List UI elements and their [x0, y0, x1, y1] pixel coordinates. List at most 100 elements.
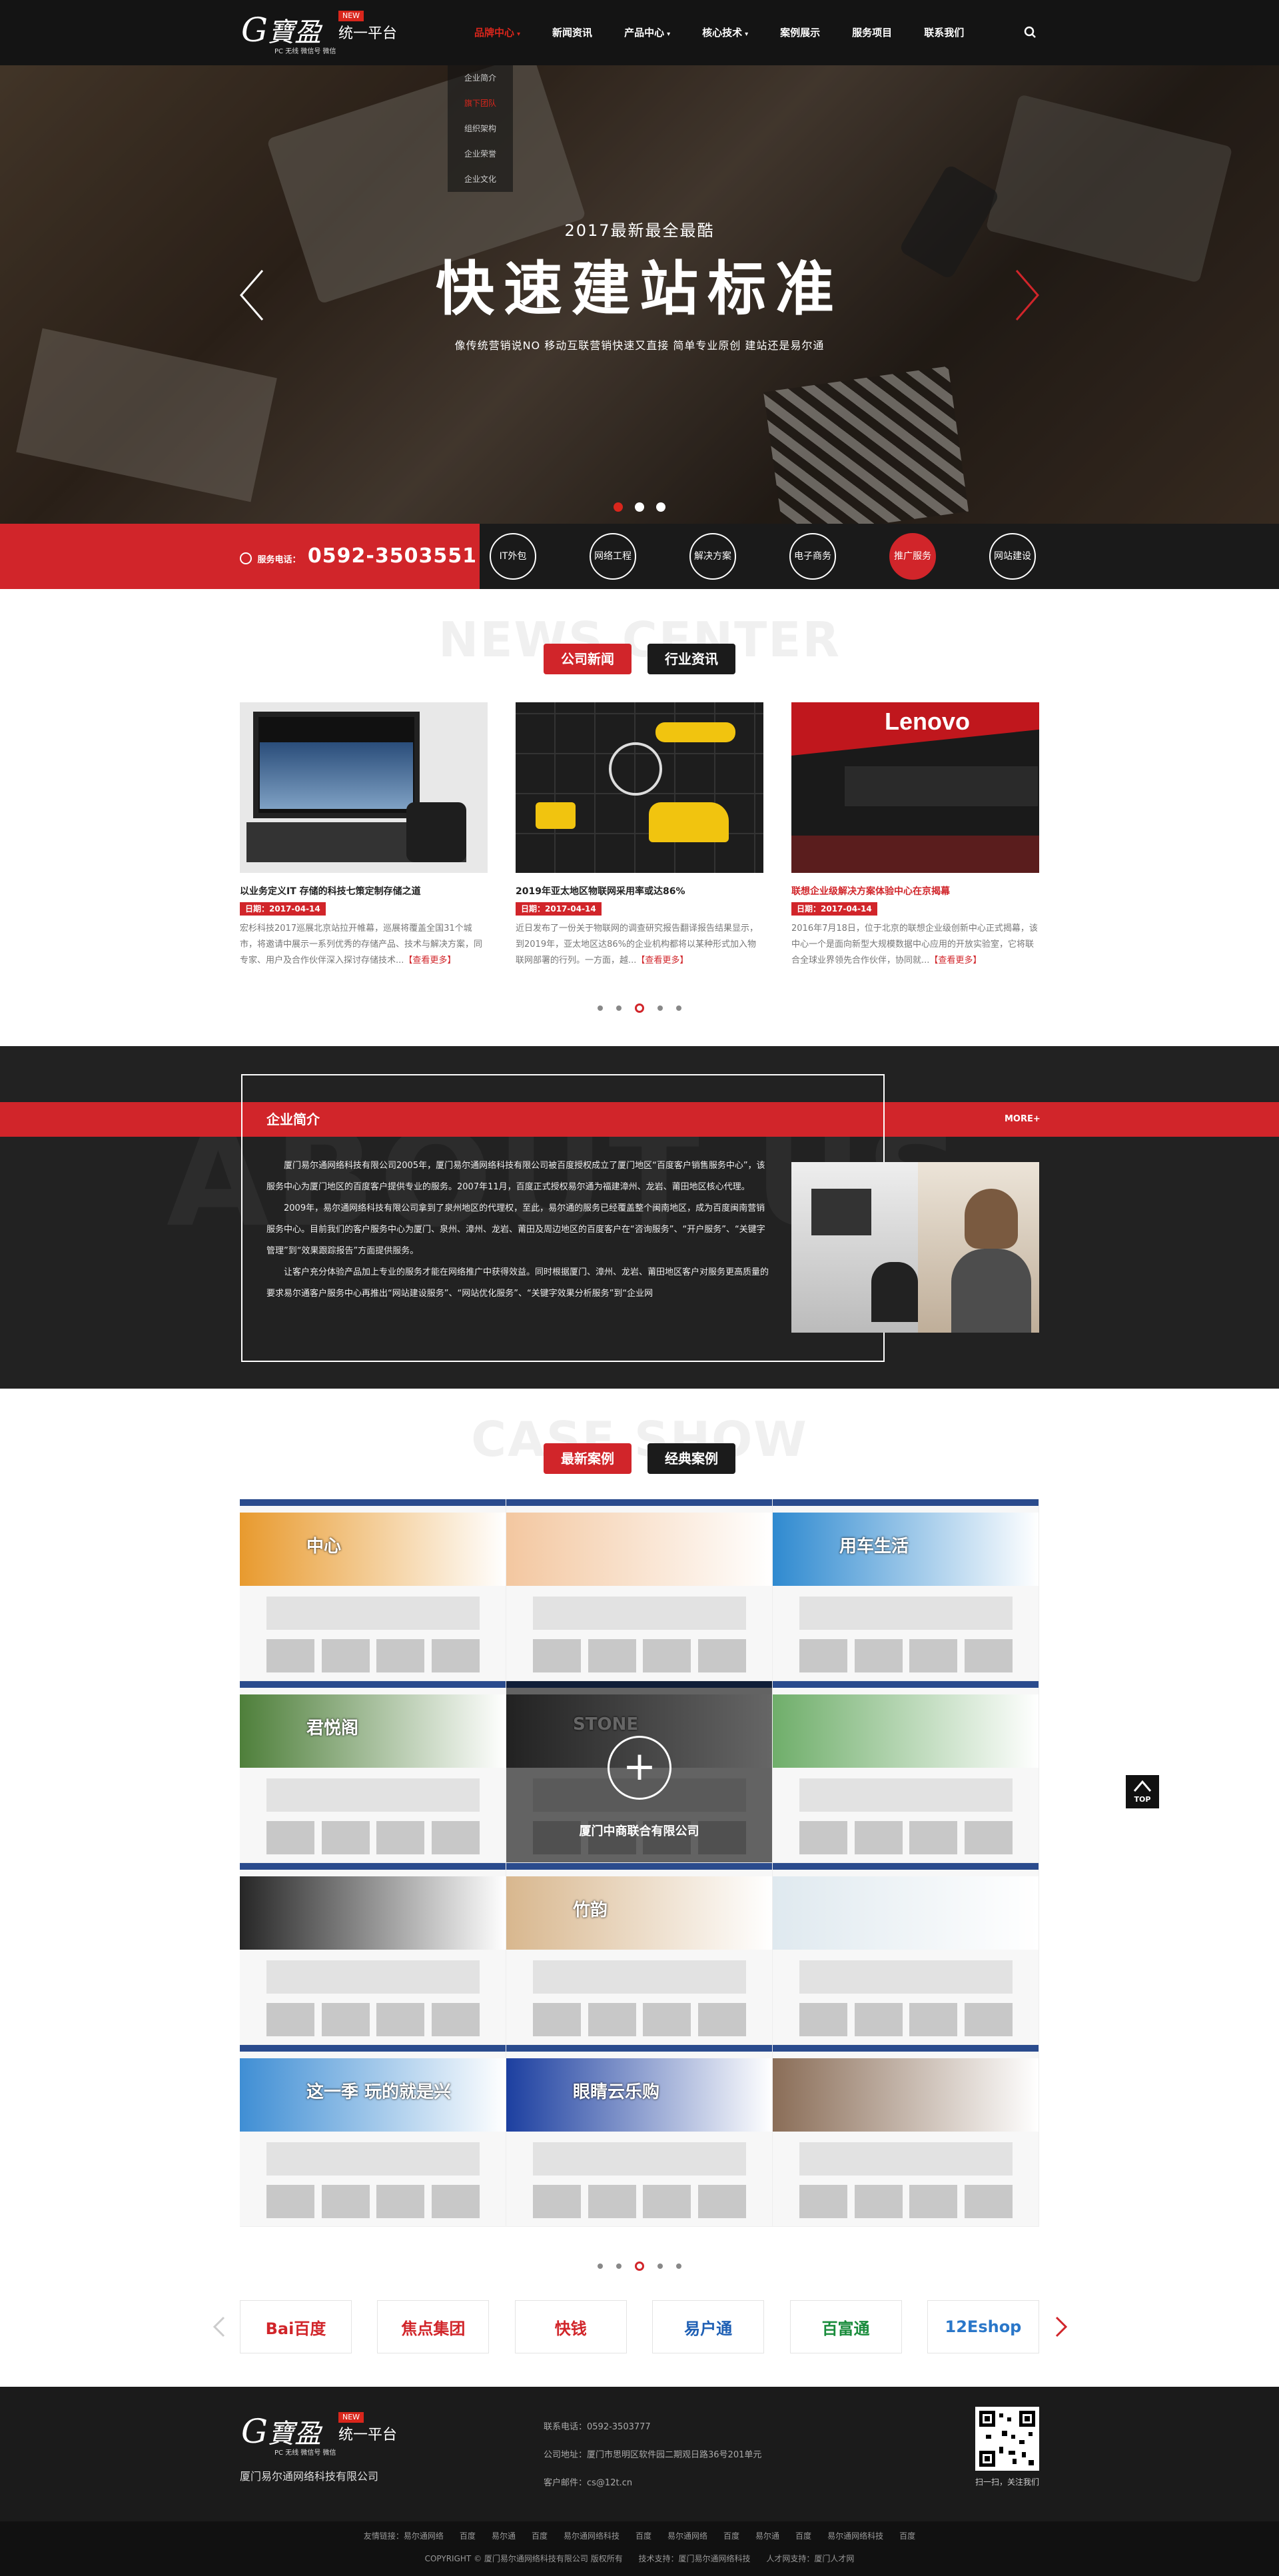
case-thumbnail[interactable]: 中心: [240, 1499, 506, 1681]
friend-link[interactable]: 易尔通: [755, 2531, 779, 2541]
case-site-banner: 君悦阁: [240, 1694, 506, 1768]
tab-industry-news[interactable]: 行业资讯: [647, 644, 735, 674]
banner-dot[interactable]: [614, 502, 623, 512]
nav-item-brand[interactable]: 品牌中心 ▾: [458, 0, 536, 65]
search-icon[interactable]: [1022, 24, 1039, 41]
friend-link[interactable]: 百度: [795, 2531, 811, 2541]
pagination-dot[interactable]: [616, 1005, 622, 1011]
service-promotion[interactable]: 推广服务: [889, 533, 936, 580]
partner-logo[interactable]: 快钱: [514, 2300, 627, 2353]
news-title[interactable]: 以业务定义IT 存储的科技七策定制存储之道: [240, 885, 488, 898]
friend-link[interactable]: 百度: [460, 2531, 476, 2541]
pagination-dot[interactable]: [657, 1005, 663, 1011]
case-thumbnail[interactable]: [773, 1863, 1039, 2045]
case-site-header: [506, 1863, 772, 1870]
news-date: 日期：2017-04-14: [516, 902, 602, 916]
service-website[interactable]: 网站建设: [989, 533, 1036, 580]
pagination-dot[interactable]: [616, 2263, 622, 2269]
pagination-dot[interactable]: [635, 1003, 644, 1013]
friend-link[interactable]: 易尔通: [492, 2531, 516, 2541]
read-more-link[interactable]: 【查看更多】: [404, 956, 456, 966]
service-it-outsourcing[interactable]: IT外包: [490, 533, 536, 580]
news-image-lenovo[interactable]: Lenovo: [791, 702, 1039, 873]
news-image-iot[interactable]: [516, 702, 763, 873]
tab-company-news[interactable]: 公司新闻: [544, 644, 632, 674]
nav-item-cases[interactable]: 案例展示: [764, 0, 836, 65]
pagination-dot[interactable]: [598, 2263, 603, 2269]
service-network-engineering[interactable]: 网络工程: [590, 533, 636, 580]
news-card[interactable]: Lenovo 联想企业级解决方案体验中心在京揭幕 日期：2017-04-14 2…: [791, 702, 1039, 969]
case-thumbnail[interactable]: 这一季 玩的就是兴: [240, 2045, 506, 2227]
case-thumbnail[interactable]: 君悦阁: [240, 1681, 506, 1863]
nav-item-contact[interactable]: 联系我们: [908, 0, 980, 65]
case-thumbnail[interactable]: [773, 2045, 1039, 2227]
pagination-dot[interactable]: [676, 2263, 681, 2269]
dropdown-item[interactable]: 旗下团队: [448, 91, 513, 116]
partner-logo[interactable]: Bai百度: [240, 2300, 352, 2353]
service-ecommerce[interactable]: 电子商务: [789, 533, 836, 580]
dropdown-item[interactable]: 组织架构: [448, 116, 513, 141]
news-title[interactable]: 2019年亚太地区物联网采用率或达86%: [516, 885, 763, 898]
friend-link[interactable]: 易尔通网络: [667, 2531, 707, 2541]
friend-link[interactable]: 易尔通网络科技: [827, 2531, 883, 2541]
footer-email[interactable]: 客户邮件：cs@12t.cn: [544, 2469, 761, 2497]
friend-link[interactable]: 百度: [532, 2531, 548, 2541]
dropdown-item[interactable]: 企业文化: [448, 167, 513, 192]
nav-item-tech[interactable]: 核心技术 ▾: [686, 0, 764, 65]
banner-dot[interactable]: [635, 502, 644, 512]
partner-logo[interactable]: 百富通: [789, 2300, 902, 2353]
tab-classic-cases[interactable]: 经典案例: [647, 1443, 735, 1474]
tab-latest-cases[interactable]: 最新案例: [544, 1443, 632, 1474]
case-thumbnail[interactable]: [506, 1499, 773, 1681]
service-solutions[interactable]: 解决方案: [689, 533, 736, 580]
pagination-dot[interactable]: [676, 1005, 681, 1011]
qr-caption: 扫一扫，关注我们: [975, 2477, 1040, 2487]
case-thumbnail[interactable]: [773, 1681, 1039, 1863]
news-title[interactable]: 联想企业级解决方案体验中心在京揭幕: [791, 885, 1039, 898]
banner-dot[interactable]: [656, 502, 665, 512]
banner-prev-arrow-icon[interactable]: [237, 265, 266, 325]
plus-icon[interactable]: +: [608, 1736, 671, 1800]
footer-logo[interactable]: G 寶盈 NEW 统一平台 PC 无线 微信号 微信: [240, 2411, 413, 2457]
pagination-dot[interactable]: [657, 2263, 663, 2269]
nav-label: 产品中心: [624, 27, 665, 39]
case-thumbnail[interactable]: STONE+厦门中商联合有限公司: [506, 1681, 773, 1863]
nav-item-products[interactable]: 产品中心 ▾: [608, 0, 686, 65]
site-logo[interactable]: G 寶盈 NEW 统一平台 PC 无线 微信号 微信: [240, 9, 413, 56]
dropdown-item[interactable]: 企业简介: [448, 65, 513, 91]
banner-next-arrow-icon[interactable]: [1013, 265, 1042, 325]
partners-next-arrow-icon[interactable]: [1053, 2313, 1070, 2340]
partner-name: 易户通: [684, 2319, 733, 2338]
partners-prev-arrow-icon[interactable]: [211, 2313, 228, 2340]
read-more-link[interactable]: 【查看更多】: [929, 956, 981, 966]
nav-item-news[interactable]: 新闻资讯: [536, 0, 608, 65]
case-thumbnail[interactable]: 用车生活: [773, 1499, 1039, 1681]
case-site-content: [266, 1778, 480, 1812]
news-card[interactable]: 2019年亚太地区物联网采用率或达86% 日期：2017-04-14 近日发布了…: [516, 702, 763, 969]
partner-logo[interactable]: 12Eshop: [927, 2300, 1039, 2353]
case-thumbnail[interactable]: 竹韵: [506, 1863, 773, 2045]
case-site-banner: [240, 1876, 506, 1950]
friend-link[interactable]: 百度: [899, 2531, 915, 2541]
service-bar: 服务电话： 0592-3503551 IT外包 网络工程 解决方案 电子商务 推…: [0, 524, 1279, 589]
friend-link[interactable]: 易尔通网络科技: [564, 2531, 620, 2541]
dropdown-item[interactable]: 企业荣誉: [448, 141, 513, 167]
logo-new-badge: NEW: [338, 11, 364, 21]
case-thumbnail[interactable]: [240, 1863, 506, 2045]
case-site-banner: [506, 1513, 772, 1586]
news-card[interactable]: 以业务定义IT 存储的科技七策定制存储之道 日期：2017-04-14 宏杉科技…: [240, 702, 488, 969]
friend-link[interactable]: 百度: [723, 2531, 739, 2541]
about-more-link[interactable]: MORE+: [1005, 1102, 1041, 1137]
read-more-link[interactable]: 【查看更多】: [636, 956, 688, 966]
pagination-dot[interactable]: [635, 2261, 644, 2271]
qr-code-icon: [975, 2407, 1039, 2471]
partner-logo[interactable]: 易户通: [652, 2300, 765, 2353]
nav-item-services[interactable]: 服务项目: [836, 0, 908, 65]
news-image-tablet[interactable]: [240, 702, 488, 873]
case-thumbnail[interactable]: 眼睛云乐购: [506, 2045, 773, 2227]
case-site-thumbs: [266, 1639, 480, 1672]
partner-logo[interactable]: 焦点集团: [377, 2300, 490, 2353]
back-to-top-button[interactable]: TOP: [1126, 1775, 1159, 1808]
pagination-dot[interactable]: [598, 1005, 603, 1011]
friend-link[interactable]: 百度: [636, 2531, 651, 2541]
